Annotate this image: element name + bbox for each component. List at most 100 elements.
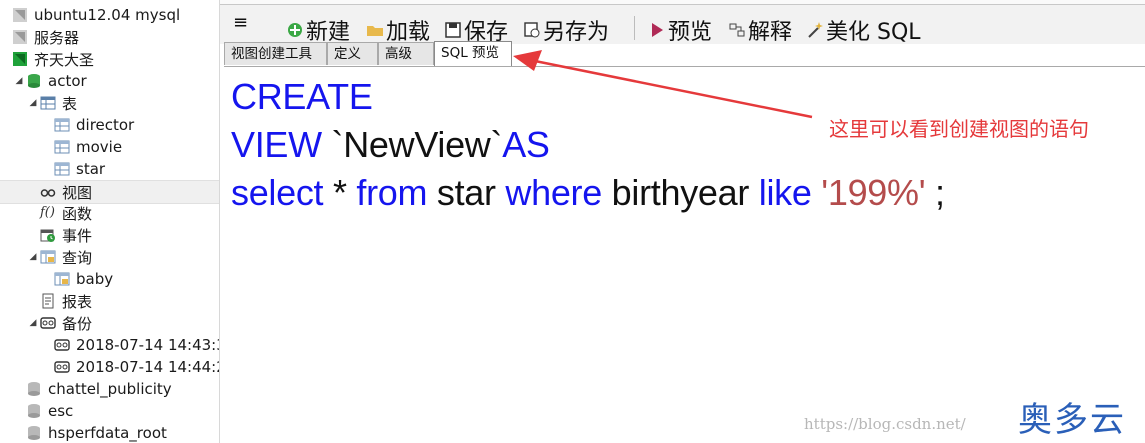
tree-node-hsperfdata-root[interactable]: hsperfdata_root xyxy=(0,422,219,443)
new-label: 新建 xyxy=(306,20,351,44)
tab-definition[interactable]: 定义 xyxy=(327,42,378,65)
tree-node-label: chattel_publicity xyxy=(48,380,172,398)
expanded-arrow-icon[interactable]: ◢ xyxy=(28,252,38,262)
expanded-arrow-icon[interactable]: ◢ xyxy=(28,98,38,108)
table-icon xyxy=(54,139,70,155)
new-button[interactable]: 新建 xyxy=(286,14,350,44)
expanded-arrow-icon[interactable]: ◢ xyxy=(28,318,38,328)
sql-identifier: `NewView` xyxy=(321,124,503,165)
window-top-strip xyxy=(220,0,1145,5)
explain-button[interactable]: 解释 xyxy=(728,14,792,44)
backup-icon xyxy=(40,315,56,331)
backup-icon xyxy=(54,337,70,353)
sql-text: star xyxy=(427,172,506,213)
tree-node-esc[interactable]: esc xyxy=(0,400,219,422)
tree-node-label: 表 xyxy=(62,94,78,113)
sql-keyword: where xyxy=(505,172,602,213)
sql-string-literal: '199%' xyxy=(821,172,926,213)
tab-sql-preview[interactable]: SQL 预览 xyxy=(434,41,512,66)
menu-icon[interactable]: ≡ xyxy=(233,12,248,33)
explain-icon xyxy=(728,20,746,38)
view-designer-toolbar: ≡ 新建 加载 保存 另存为 预览 解释 美化 SQL xyxy=(220,0,1145,44)
tree-node-label: 服务器 xyxy=(34,28,80,47)
designer-tabs: 视图创建工具 定义 高级 SQL 预览 xyxy=(224,41,1145,67)
code-line-2: VIEW `NewView`AS xyxy=(231,124,550,166)
database-icon xyxy=(26,73,42,89)
tree-node-label: 齐天大圣 xyxy=(34,50,95,69)
connection-icon xyxy=(12,51,28,67)
tree-node-ubuntu-mysql[interactable]: ubuntu12.04 mysql xyxy=(0,4,219,26)
sql-keyword: from xyxy=(356,172,428,213)
save-icon xyxy=(444,20,462,38)
connection-icon xyxy=(12,7,28,23)
tree-node-label: 函数 xyxy=(62,204,93,223)
tree-node-views[interactable]: 视图 xyxy=(0,180,219,204)
preview-icon xyxy=(648,20,666,38)
toolbar-separator xyxy=(634,16,635,40)
tree-node-reports[interactable]: 报表 xyxy=(0,290,219,312)
save-label: 保存 xyxy=(464,20,509,44)
sql-keyword: select xyxy=(231,172,324,213)
save-as-button[interactable]: 另存为 xyxy=(523,14,609,44)
save-as-label: 另存为 xyxy=(543,20,610,44)
tree-node-movie[interactable]: movie xyxy=(0,136,219,158)
tree-node-events[interactable]: 事件 xyxy=(0,224,219,246)
tree-node-functions[interactable]: f() 函数 xyxy=(0,202,219,224)
tree-node-label: ubuntu12.04 mysql xyxy=(34,6,181,24)
tab-advanced[interactable]: 高级 xyxy=(378,42,434,65)
annotation-text: 这里可以看到创建视图的语句 xyxy=(829,117,1089,141)
sql-text: * xyxy=(323,172,357,213)
tree-node-backup-2[interactable]: 2018-07-14 14:44:29 xyxy=(0,356,219,378)
tree-node-tables[interactable]: ◢ 表 xyxy=(0,92,219,114)
tab-view-builder[interactable]: 视图创建工具 xyxy=(224,42,327,65)
explain-label: 解释 xyxy=(748,20,793,44)
tree-node-label: 2018-07-14 14:43:30 xyxy=(76,336,220,354)
expanded-arrow-icon[interactable]: ◢ xyxy=(14,76,24,86)
beautify-sql-button[interactable]: 美化 SQL xyxy=(806,14,921,44)
tree-node-label: 事件 xyxy=(62,226,93,245)
view-icon xyxy=(40,184,56,200)
table-group-icon xyxy=(40,95,56,111)
sql-keyword: CREATE xyxy=(231,76,373,117)
code-line-3: select * from star where birthyear like … xyxy=(231,172,945,214)
database-icon xyxy=(26,425,42,441)
table-icon xyxy=(54,117,70,133)
tree-node-actor[interactable]: ◢ actor xyxy=(0,70,219,92)
sql-keyword: VIEW xyxy=(231,124,322,165)
tree-node-label: 视图 xyxy=(62,183,93,202)
code-line-1: CREATE xyxy=(231,76,373,118)
tree-node-star[interactable]: star xyxy=(0,158,219,180)
tree-node-director[interactable]: director xyxy=(0,114,219,136)
watermark-url: https://blog.csdn.net/ xyxy=(804,415,966,433)
tree-node-server[interactable]: 服务器 xyxy=(0,26,219,48)
tree-node-label: director xyxy=(76,116,135,134)
sql-keyword: AS xyxy=(502,124,550,165)
tree-node-label: 查询 xyxy=(62,248,93,267)
tree-node-chattel-publicity[interactable]: chattel_publicity xyxy=(0,378,219,400)
load-label: 加载 xyxy=(386,20,431,44)
preview-button[interactable]: 预览 xyxy=(648,14,712,44)
folder-icon xyxy=(366,20,384,38)
sql-keyword: like xyxy=(758,172,812,213)
navigation-tree: ubuntu12.04 mysql 服务器 齐天大圣 ◢ actor ◢ 表 d… xyxy=(0,0,220,443)
beautify-sql-label: 美化 SQL xyxy=(826,20,921,44)
save-button[interactable]: 保存 xyxy=(444,14,508,44)
tree-node-backups[interactable]: ◢ 备份 xyxy=(0,312,219,334)
sql-text: birthyear xyxy=(601,172,759,213)
tree-node-label: movie xyxy=(76,138,123,156)
tree-node-backup-1[interactable]: 2018-07-14 14:43:30 xyxy=(0,334,220,356)
new-icon xyxy=(286,20,304,38)
magic-wand-icon xyxy=(806,20,824,38)
tree-node-baby[interactable]: baby xyxy=(0,268,219,290)
tree-node-queries[interactable]: ◢ 查询 xyxy=(0,246,219,268)
load-button[interactable]: 加载 xyxy=(366,14,430,44)
tree-node-connection-qitian[interactable]: 齐天大圣 xyxy=(0,48,219,70)
tree-node-label: hsperfdata_root xyxy=(48,424,167,442)
database-icon xyxy=(26,403,42,419)
sql-text: ; xyxy=(925,172,945,213)
tree-node-label: baby xyxy=(76,270,114,288)
report-icon xyxy=(40,293,56,309)
query-icon xyxy=(40,249,56,265)
tree-node-label: star xyxy=(76,160,106,178)
tree-node-label: esc xyxy=(48,402,74,420)
